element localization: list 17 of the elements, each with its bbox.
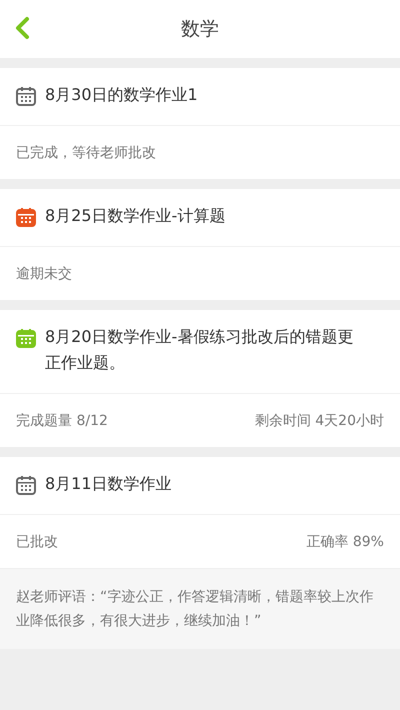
assignment-title: 8月20日数学作业-暑假练习批改后的错题更正作业题。 [45, 326, 354, 374]
assignment-status: 逾期未交 [16, 264, 72, 282]
assignment-card[interactable]: 8月30日的数学作业1 已完成，等待老师批改 [0, 68, 400, 179]
assignment-title: 8月11日数学作业 [45, 473, 172, 495]
back-chevron-icon [14, 16, 30, 40]
assignment-status: 完成题量 8/12 [16, 412, 108, 430]
teacher-comment: 赵老师评语：“字迹公正，作答逻辑清晰，错题率较上次作业降低很多，有很大进步，继续加油！” [0, 568, 400, 649]
assignment-title: 8月25日数学作业-计算题 [45, 205, 226, 227]
assignment-title: 8月30日的数学作业1 [45, 84, 198, 106]
assignment-detail: 正确率 89% [306, 532, 384, 550]
assignment-detail: 剩余时间 4天20小时 [254, 412, 384, 430]
assignment-status: 已批改 [16, 532, 58, 550]
assignment-status: 已完成，等待老师批改 [16, 144, 156, 162]
assignment-card[interactable]: 8月25日数学作业-计算题 逾期未交 [0, 189, 400, 300]
page-title: 数学 [181, 17, 219, 42]
assignment-card[interactable]: 8月20日数学作业-暑假练习批改后的错题更正作业题。 完成题量 8/12 剩余时间 4天20小时 [0, 310, 400, 447]
assignment-card[interactable]: 8月11日数学作业 已批改 正确率 89% 赵老师评语：“字迹公正，作答逻辑清晰，错题率较上次作业降低很多，有很大进步，继续加油！” [0, 457, 400, 649]
